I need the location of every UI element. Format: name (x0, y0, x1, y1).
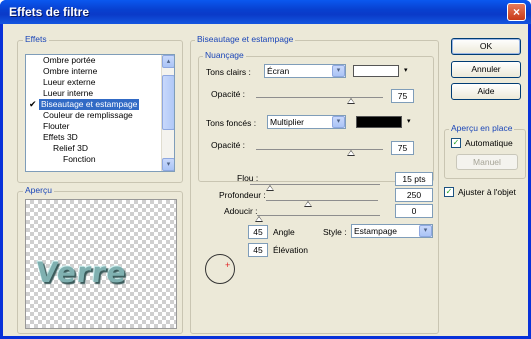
blur-input[interactable]: 15 pts (395, 172, 433, 186)
effect-list-item-label: Lueur interne (43, 88, 94, 98)
highlights-color-menu-icon[interactable]: ▾ (404, 66, 408, 74)
opacity1-input[interactable]: 75 (391, 89, 414, 103)
soften-input[interactable]: 0 (395, 204, 433, 218)
auto-checkbox[interactable]: ✓ (451, 138, 461, 148)
close-button[interactable]: × (507, 3, 526, 21)
angle-input[interactable]: 45 (248, 225, 268, 239)
opacity2-input[interactable]: 75 (391, 141, 414, 155)
effects-legend: Effets (23, 34, 49, 44)
fit-object-checkbox[interactable]: ✓ (444, 187, 454, 197)
manual-button[interactable]: Manuel (456, 154, 518, 170)
dialog-window: Effets de filtre × Effets Ombre portée Om… (0, 0, 531, 339)
ok-button[interactable]: OK (451, 38, 521, 55)
effect-list-item[interactable]: Relief 3D (26, 143, 174, 154)
angle-marker-icon: + (225, 260, 231, 270)
preview-sample-text: Verre (34, 256, 129, 289)
effect-list-item-label: Biseautage et estampage (39, 99, 140, 110)
chevron-down-icon[interactable]: ▾ (332, 65, 345, 77)
window-title: Effets de filtre (9, 5, 90, 19)
shading-legend: Nuançage (203, 50, 246, 60)
elevation-input[interactable]: 45 (248, 243, 268, 257)
fit-object-label: Ajuster à l'objet (458, 187, 516, 197)
check-icon: ✔ (29, 99, 37, 109)
cancel-button[interactable]: Annuler (451, 61, 521, 78)
preview-canvas: Verre (25, 199, 177, 329)
effect-list-item-label: Relief 3D (53, 143, 88, 153)
preview-legend: Aperçu (23, 185, 54, 195)
style-label: Style : (323, 227, 347, 237)
effect-list-item-label: Ombre portée (43, 55, 96, 65)
opacity2-slider-thumb[interactable] (347, 150, 356, 156)
effect-list-item[interactable]: Lueur externe (26, 77, 174, 88)
soften-slider-track[interactable] (257, 215, 380, 216)
scroll-thumb[interactable] (162, 75, 174, 130)
effects-list[interactable]: Ombre portée Ombre interne Lueur externe Lu… (25, 54, 175, 172)
scroll-down-icon[interactable]: ▾ (162, 158, 174, 171)
effect-list-item[interactable]: ✔ Biseautage et estampage (26, 99, 174, 110)
dialog-client: Effets Ombre portée Ombre interne Lueur ex… (3, 24, 528, 336)
depth-slider-thumb[interactable] (304, 201, 312, 207)
opacity1-label: Opacité : (211, 89, 246, 99)
effect-list-item[interactable]: Effets 3D (26, 132, 174, 143)
shadows-color-menu-icon[interactable]: ▾ (407, 117, 411, 125)
effect-list-item[interactable]: Flouter (26, 121, 174, 132)
effect-list-item[interactable]: Ombre portée (26, 55, 174, 66)
blur-label: Flou : (237, 173, 259, 183)
chevron-down-icon[interactable]: ▾ (332, 116, 345, 128)
effect-list-item[interactable]: Couleur de remplissage (26, 110, 174, 121)
shadows-color-swatch[interactable] (356, 116, 402, 128)
shadows-mode-value: Multiplier (270, 117, 305, 127)
effect-list-item-label: Couleur de remplissage (43, 110, 133, 120)
soften-label: Adoucir : (224, 206, 258, 216)
highlights-label: Tons clairs : (206, 67, 251, 77)
style-value: Estampage (354, 226, 397, 236)
effect-list-item-label: Lueur externe (43, 77, 96, 87)
effects-scrollbar[interactable]: ▴ ▾ (161, 55, 174, 171)
elevation-label: Élévation (273, 245, 308, 255)
opacity1-slider-track[interactable] (256, 97, 383, 98)
effect-list-item-label: Fonction (63, 154, 96, 164)
opacity2-slider-track[interactable] (256, 149, 383, 150)
effect-list-item[interactable]: Lueur interne (26, 88, 174, 99)
auto-label: Automatique (465, 138, 513, 148)
angle-label: Angle (273, 227, 295, 237)
soften-slider-thumb[interactable] (255, 216, 263, 222)
shadows-mode-select[interactable]: Multiplier ▾ (267, 115, 346, 129)
effect-list-item-label: Ombre interne (43, 66, 98, 76)
help-button[interactable]: Aide (451, 83, 521, 100)
effect-list-item[interactable]: Fonction (26, 154, 174, 165)
scroll-up-icon[interactable]: ▴ (162, 55, 174, 68)
effect-list-item-label: Effets 3D (43, 132, 78, 142)
depth-input[interactable]: 250 (395, 188, 433, 202)
opacity2-label: Opacité : (211, 140, 246, 150)
blur-slider-thumb[interactable] (266, 185, 274, 191)
highlights-mode-value: Écran (267, 66, 290, 76)
bevel-legend: Biseautage et estampage (195, 34, 296, 44)
chevron-down-icon[interactable]: ▾ (419, 225, 432, 237)
depth-label: Profondeur : (219, 190, 266, 200)
depth-slider-track[interactable] (266, 200, 378, 201)
angle-dial[interactable]: + (205, 254, 235, 284)
effect-list-item[interactable]: Ombre interne (26, 66, 174, 77)
style-select[interactable]: Estampage ▾ (351, 224, 433, 238)
title-bar[interactable]: Effets de filtre × (0, 0, 531, 24)
shadows-label: Tons foncés : (206, 118, 257, 128)
highlights-mode-select[interactable]: Écran ▾ (264, 64, 346, 78)
highlights-color-swatch[interactable] (353, 65, 399, 77)
opacity1-slider-thumb[interactable] (347, 98, 356, 104)
effect-list-item-label: Flouter (43, 121, 70, 131)
live-preview-legend: Aperçu en place (449, 123, 515, 133)
